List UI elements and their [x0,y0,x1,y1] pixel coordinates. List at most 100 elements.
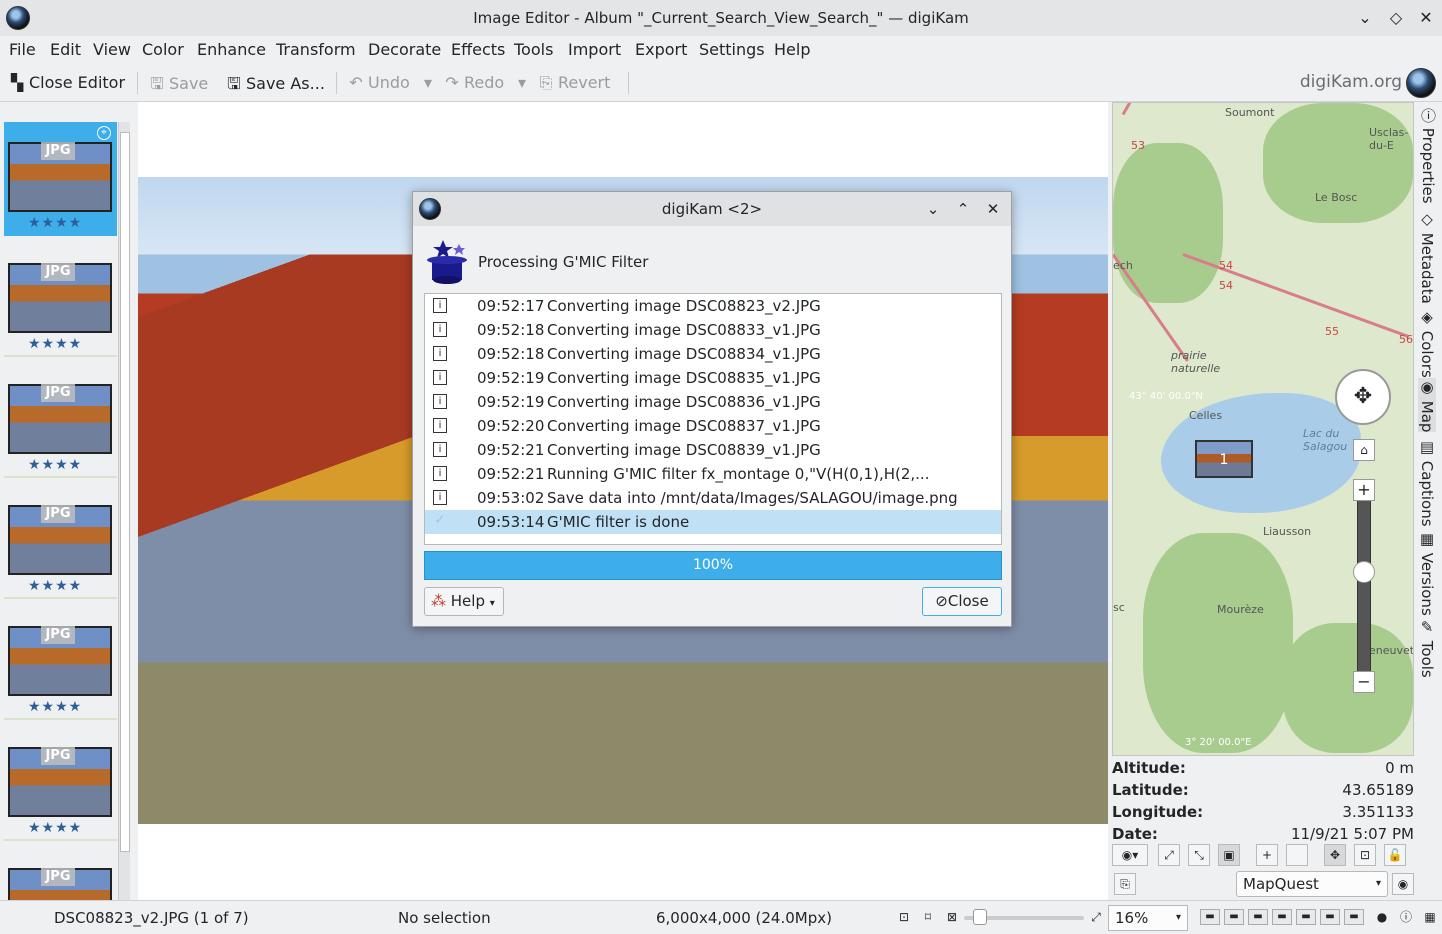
menu-import[interactable]: Import [568,40,621,59]
info-icon[interactable]: ⓘ [1398,909,1414,925]
zoom-expand-icon[interactable]: ⤢ [1088,909,1104,925]
map-photo-marker[interactable]: 1 [1195,440,1253,478]
thumbnail-item[interactable]: JPG ⌖ ★★★★ [4,122,117,236]
map-source-select[interactable]: MapQuest ▾ [1236,871,1388,897]
preview-mode-button[interactable]: ▬ [1296,909,1316,925]
show-thumbnails-button[interactable]: ▣ [1218,844,1240,866]
status-extra-icon[interactable]: ▦ [1422,909,1438,925]
scrollbar-thumb[interactable] [120,132,130,852]
zoom-slider-knob[interactable] [973,909,987,925]
thumbnail-scrollbar[interactable] [118,122,130,900]
map-pan-control[interactable]: ✥ [1335,369,1391,425]
menu-help[interactable]: Help [774,40,810,59]
menu-decorate[interactable]: Decorate [368,40,441,59]
save-as-button[interactable]: 🖫 Save As... [226,73,325,100]
dialog-close-text-button[interactable]: ⊘Close [922,587,1002,616]
log-row[interactable]: i 09:52:19 Converting image DSC08836_v1.… [425,390,1001,414]
tab-properties[interactable]: ⓘ Properties [1418,108,1439,204]
rating-stars[interactable]: ★★★★ [28,699,82,715]
redo-dropdown-button[interactable]: ▾ [518,73,526,92]
menu-view[interactable]: View [93,40,131,59]
zoom-fit-all-button[interactable]: ⤡ [1188,844,1210,866]
tab-captions[interactable]: ▤ Captions [1418,438,1436,527]
log-row[interactable]: i 09:52:18 Converting image DSC08834_v1.… [425,342,1001,366]
log-row[interactable]: i 09:52:21 Converting image DSC08839_v1.… [425,438,1001,462]
close-button[interactable]: ✕ [1416,8,1436,28]
rating-stars[interactable]: ★★★★ [28,578,82,594]
tab-colors[interactable]: ◈ Colors [1418,308,1436,378]
save-button[interactable]: 🖫 Save [149,73,208,100]
redo-button[interactable]: ↷ Redo [444,73,504,92]
lock-button[interactable]: 🔓 [1384,844,1406,866]
zoom-to-fit-window-icon[interactable]: ⌑ [920,909,936,925]
undo-button[interactable]: ↶ Undo [348,73,410,92]
thumbnail-item[interactable]: JPG [4,848,117,900]
menu-transform[interactable]: Transform [276,40,356,59]
map-zoom-slider[interactable] [1357,483,1371,693]
log-row[interactable]: i 09:52:20 Converting image DSC08837_v1.… [425,414,1001,438]
tab-tools[interactable]: ✎ Tools [1418,618,1436,678]
menu-tools[interactable]: Tools [514,40,553,59]
maximize-button[interactable]: ◇ [1386,8,1406,28]
rating-stars[interactable]: ★★★★ [28,215,82,231]
map-settings-button[interactable]: ◉▾ [1112,844,1148,866]
help-button[interactable]: ⁂ Help ▾ [424,587,504,616]
rating-stars[interactable]: ★★★★ [28,820,82,836]
thumbnail-item[interactable]: JPG ★★★★ [4,243,117,357]
map-home-button[interactable]: ⌂ [1353,439,1375,461]
map-globe-button[interactable]: ◉ [1392,873,1414,895]
decrease-thumbnail-button[interactable] [1286,844,1308,866]
log-row[interactable]: i 09:52:18 Converting image DSC08833_v1.… [425,318,1001,342]
menu-settings[interactable]: Settings [699,40,765,59]
log-row[interactable]: i 09:53:02 Save data into /mnt/data/Imag… [425,486,1001,510]
revert-button[interactable]: ⎘ Revert [538,73,611,93]
select-mode-button[interactable]: ⊡ [1354,844,1376,866]
zoom-fit-icon[interactable]: ⊡ [896,909,912,925]
menu-enhance[interactable]: Enhance [197,40,266,59]
thumbnail-item[interactable]: JPG ★★★★ [4,364,117,478]
undo-dropdown-button[interactable]: ▾ [424,73,432,92]
increase-thumbnail-button[interactable]: + [1256,844,1278,866]
pan-mode-button[interactable]: ✥ [1324,844,1346,866]
minimize-button[interactable]: ⌄ [1355,8,1375,28]
zoom-level-field[interactable]: 16% ▾ [1108,905,1188,931]
log-list[interactable]: i 09:52:17 Converting image DSC08823_v2.… [424,293,1002,545]
split-view-button[interactable]: ▬ [1320,909,1340,925]
digikam-org-link[interactable]: digiKam.org [1300,72,1402,92]
dialog-minimize-button[interactable]: ⌄ [923,199,943,219]
thumbnail-item[interactable]: JPG ★★★★ [4,606,117,720]
compare-view-button[interactable]: ▬ [1344,909,1364,925]
zoom-to-100-icon[interactable]: ⊠ [944,909,960,925]
dialog-close-button[interactable]: ✕ [983,199,1003,219]
menu-file[interactable]: File [9,40,36,59]
menu-color[interactable]: Color [142,40,184,59]
thumbnail-item[interactable]: JPG ★★★★ [4,727,117,841]
log-row[interactable]: i 09:52:19 Converting image DSC08835_v1.… [425,366,1001,390]
color-managed-view-button[interactable]: ▬ [1248,909,1268,925]
map-zoom-knob[interactable] [1353,561,1375,583]
menu-edit[interactable]: Edit [50,40,81,59]
log-row[interactable]: i 09:52:17 Converting image DSC08823_v2.… [425,294,1001,318]
rating-stars[interactable]: ★★★★ [28,457,82,473]
digikam-logo-icon[interactable] [1406,68,1436,98]
dialog-maximize-button[interactable]: ⌃ [953,199,973,219]
rating-stars[interactable]: ★★★★ [28,336,82,352]
zoom-fit-selection-button[interactable]: ⤢ [1158,844,1180,866]
overexposure-button[interactable]: ▬ [1224,909,1244,925]
map-view[interactable]: Soumont Usclas-du-E Le Bosc ech prairie … [1112,102,1414,756]
copy-coordinates-button[interactable]: ⎘ [1114,873,1136,895]
menu-export[interactable]: Export [635,40,687,59]
menu-effects[interactable]: Effects [451,40,505,59]
underexposure-button[interactable]: ▬ [1200,909,1220,925]
tab-versions[interactable]: ▦ Versions [1418,530,1436,616]
thumbnail-item[interactable]: JPG ★★★★ [4,485,117,599]
close-editor-button[interactable]: ▚ Close Editor [9,73,125,92]
log-row[interactable]: i 09:52:21 Running G'MIC filter fx_monta… [425,462,1001,486]
info-filled-icon[interactable]: ● [1374,909,1390,925]
map-zoom-in-button[interactable]: + [1353,479,1375,501]
map-zoom-out-button[interactable]: − [1353,671,1375,693]
softproof-button[interactable]: ▬ [1272,909,1292,925]
tab-metadata[interactable]: ◇ Metadata [1418,210,1436,304]
log-row-selected[interactable]: ✓ 09:53:14 G'MIC filter is done [425,510,1001,534]
tab-map[interactable]: ◉ Map [1418,378,1436,433]
